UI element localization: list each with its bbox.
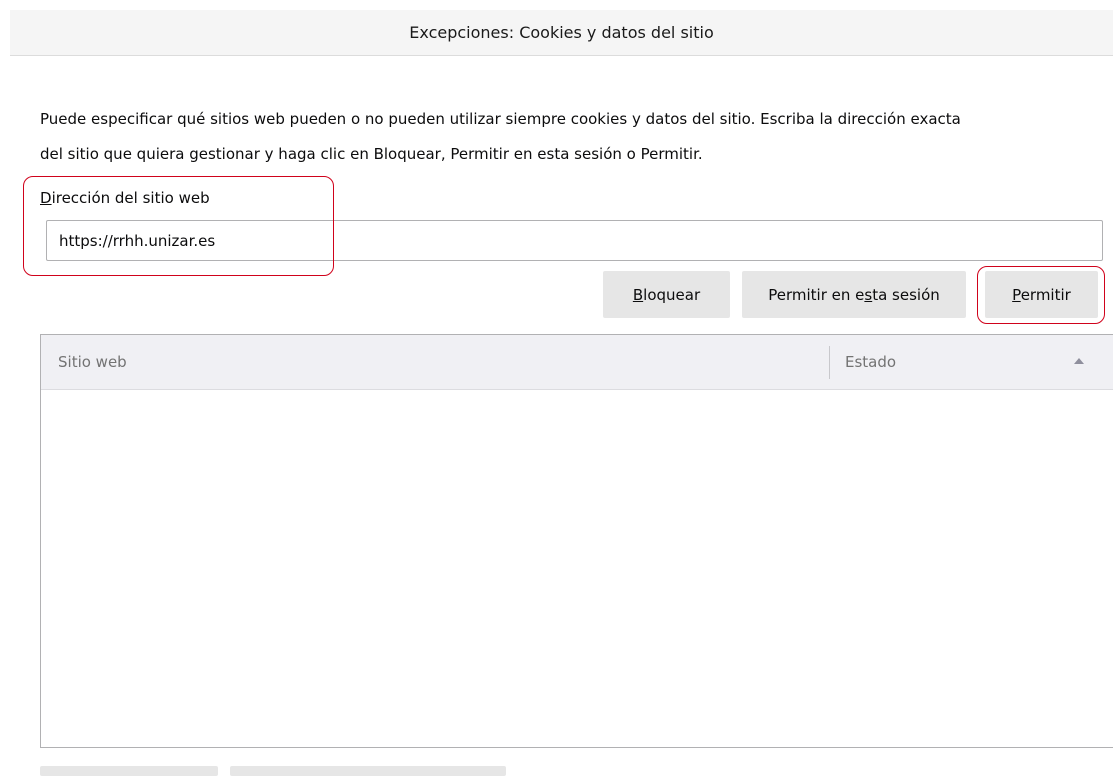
website-address-input[interactable] (46, 220, 1103, 261)
allow-label: ermitir (1020, 285, 1071, 304)
dialog-title-bar: Excepciones: Cookies y datos del sitio (10, 10, 1113, 56)
allow-session-label-start: Permitir en e (768, 285, 865, 304)
allow-button[interactable]: Permitir (985, 271, 1098, 318)
allow-session-label-end: ta sesión (872, 285, 940, 304)
address-field-label: Dirección del sitio web (40, 189, 210, 207)
dialog-title: Excepciones: Cookies y datos del sitio (409, 23, 714, 42)
exceptions-table[interactable]: Sitio web Estado (40, 334, 1113, 748)
sort-ascending-icon (1074, 358, 1084, 364)
remove-all-websites-button[interactable] (230, 766, 506, 776)
remove-website-button[interactable] (40, 766, 218, 776)
column-header-website[interactable]: Sitio web (58, 353, 127, 371)
description-line-2: del sitio que quiera gestionar y haga cl… (40, 145, 703, 163)
table-header: Sitio web Estado (41, 335, 1113, 390)
column-header-status[interactable]: Estado (845, 353, 896, 371)
block-button[interactable]: Bloquear (603, 271, 730, 318)
address-label-accesskey: D (40, 189, 52, 207)
allow-accesskey: P (1012, 285, 1021, 304)
allow-session-button[interactable]: Permitir en esta sesión (742, 271, 966, 318)
column-separator[interactable] (829, 346, 830, 379)
block-accesskey: B (632, 285, 644, 304)
address-label-text: irección del sitio web (51, 189, 210, 207)
description-line-1: Puede especificar qué sitios web pueden … (40, 110, 961, 128)
block-label: loquear (643, 285, 701, 304)
